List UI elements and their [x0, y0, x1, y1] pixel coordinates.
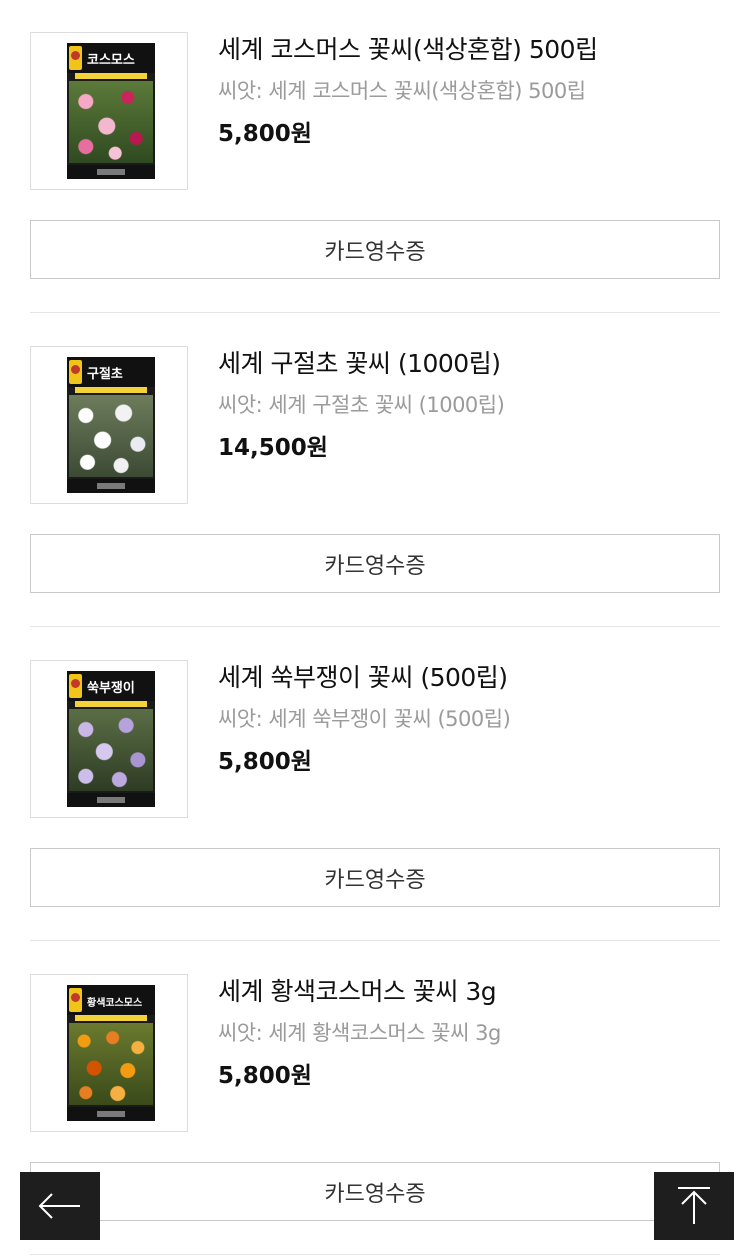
product-info: 세계 구절초 꽃씨 (1000립) 씨앗: 세계 구절초 꽃씨 (1000립) …	[218, 346, 728, 464]
product-info: 세계 코스머스 꽃씨(색상혼합) 500립 씨앗: 세계 코스머스 꽃씨(색상혼…	[218, 32, 728, 150]
divider	[30, 940, 720, 941]
card-receipt-button[interactable]: 카드영수증	[30, 534, 720, 593]
product-info: 세계 쑥부쟁이 꽃씨 (500립) 씨앗: 세계 쑥부쟁이 꽃씨 (500립) …	[218, 660, 728, 778]
packet-label: 쑥부쟁이	[87, 681, 135, 696]
product-thumbnail[interactable]: 코스모스	[30, 32, 188, 190]
packet-label: 구절초	[87, 367, 123, 382]
packet-label: 황색코스모스	[87, 998, 143, 1009]
card-receipt-button[interactable]: 카드영수증	[30, 220, 720, 279]
brand-badge-icon	[69, 360, 82, 384]
arrow-left-icon	[38, 1193, 80, 1219]
order-item: 코스모스 세계 코스머스 꽃씨(색상혼합) 500립 씨앗: 세계 코스머스 꽃…	[0, 0, 750, 314]
arrow-up-to-top-icon	[678, 1187, 710, 1224]
product-option: 씨앗: 세계 쑥부쟁이 꽃씨 (500립)	[218, 707, 511, 731]
brand-logo-icon	[97, 483, 125, 489]
product-price: 5,800원	[218, 121, 312, 147]
divider	[30, 312, 720, 313]
product-title[interactable]: 세계 황색코스머스 꽃씨 3g	[218, 974, 728, 1010]
card-receipt-button[interactable]: 카드영수증	[30, 848, 720, 907]
product-title[interactable]: 세계 구절초 꽃씨 (1000립)	[218, 346, 728, 382]
order-item: 쑥부쟁이 세계 쑥부쟁이 꽃씨 (500립) 씨앗: 세계 쑥부쟁이 꽃씨 (5…	[0, 628, 750, 942]
brand-logo-icon	[97, 169, 125, 175]
divider	[30, 1254, 720, 1255]
divider	[30, 626, 720, 627]
product-thumbnail[interactable]: 구절초	[30, 346, 188, 504]
seed-packet-image: 구절초	[67, 357, 155, 493]
brand-badge-icon	[69, 988, 82, 1012]
back-button[interactable]	[20, 1172, 100, 1240]
order-list: 코스모스 세계 코스머스 꽃씨(색상혼합) 500립 씨앗: 세계 코스머스 꽃…	[0, 0, 750, 1256]
product-price: 14,500원	[218, 435, 328, 461]
card-receipt-button[interactable]: 카드영수증	[30, 1162, 720, 1221]
flower-photo	[69, 709, 153, 791]
product-price: 5,800원	[218, 749, 312, 775]
flower-photo	[69, 1023, 153, 1105]
brand-badge-icon	[69, 46, 82, 70]
seed-packet-image: 황색코스모스	[67, 985, 155, 1121]
product-title[interactable]: 세계 쑥부쟁이 꽃씨 (500립)	[218, 660, 728, 696]
product-option: 씨앗: 세계 황색코스머스 꽃씨 3g	[218, 1021, 501, 1045]
product-price: 5,800원	[218, 1063, 312, 1089]
product-info: 세계 황색코스머스 꽃씨 3g 씨앗: 세계 황색코스머스 꽃씨 3g 5,80…	[218, 974, 728, 1092]
flower-photo	[69, 81, 153, 163]
product-thumbnail[interactable]: 황색코스모스	[30, 974, 188, 1132]
scroll-to-top-button[interactable]	[654, 1172, 734, 1240]
product-title[interactable]: 세계 코스머스 꽃씨(색상혼합) 500립	[218, 32, 728, 68]
brand-badge-icon	[69, 674, 82, 698]
product-option: 씨앗: 세계 구절초 꽃씨 (1000립)	[218, 393, 505, 417]
seed-packet-image: 코스모스	[67, 43, 155, 179]
packet-label: 코스모스	[87, 53, 135, 68]
brand-logo-icon	[97, 797, 125, 803]
seed-packet-image: 쑥부쟁이	[67, 671, 155, 807]
product-thumbnail[interactable]: 쑥부쟁이	[30, 660, 188, 818]
order-item: 황색코스모스 세계 황색코스머스 꽃씨 3g 씨앗: 세계 황색코스머스 꽃씨 …	[0, 942, 750, 1256]
flower-photo	[69, 395, 153, 477]
order-item: 구절초 세계 구절초 꽃씨 (1000립) 씨앗: 세계 구절초 꽃씨 (100…	[0, 314, 750, 628]
product-option: 씨앗: 세계 코스머스 꽃씨(색상혼합) 500립	[218, 79, 586, 103]
brand-logo-icon	[97, 1111, 125, 1117]
